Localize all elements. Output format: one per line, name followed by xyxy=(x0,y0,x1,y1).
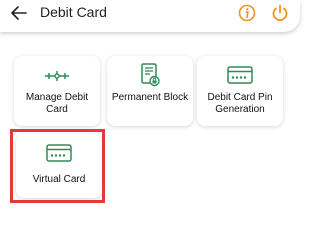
tile-label: Debit Card Pin Generation xyxy=(207,92,273,115)
permanent-block-tile[interactable]: Permanent Block xyxy=(107,56,193,126)
virtual-card-tile[interactable]: Virtual Card xyxy=(16,134,102,198)
page-title: Debit Card xyxy=(40,4,107,20)
document-lock-icon xyxy=(141,63,160,87)
info-button[interactable] xyxy=(238,4,256,22)
logout-button[interactable] xyxy=(270,3,290,23)
tile-label: Virtual Card xyxy=(32,174,86,185)
power-icon xyxy=(272,4,288,22)
debit-card-pin-generation-tile[interactable]: Debit Card Pin Generation xyxy=(197,56,283,126)
tile-label: Manage Debit Card xyxy=(25,92,89,115)
tile-label: Permanent Block xyxy=(111,92,189,103)
app-header: Debit Card xyxy=(0,0,300,32)
sliders-icon xyxy=(45,71,69,81)
back-button[interactable] xyxy=(8,3,30,23)
manage-debit-card-tile[interactable]: Manage Debit Card xyxy=(14,56,100,126)
info-icon xyxy=(238,4,256,22)
arrow-left-icon xyxy=(11,6,27,20)
card-icon xyxy=(46,144,72,162)
card-pin-icon xyxy=(227,66,253,84)
